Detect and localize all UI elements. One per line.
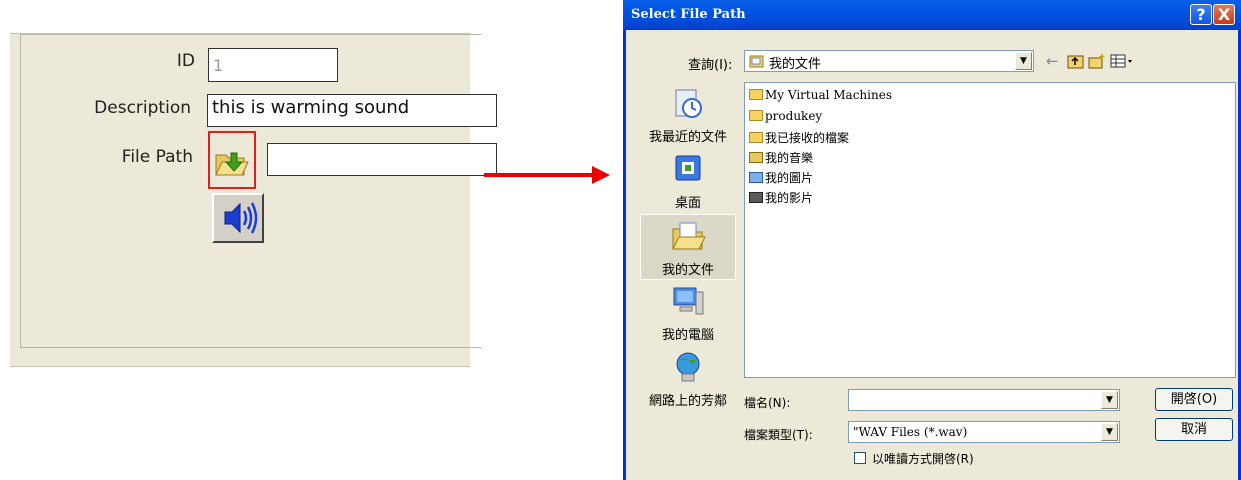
speaker-icon [224, 202, 258, 234]
form-group-box: ID 1 Description this is warming sound F… [20, 34, 497, 348]
file-name-label: 檔名(N): [744, 396, 791, 410]
look-in-dropdown[interactable]: 我的文件 ▼ [744, 50, 1034, 72]
place-label: 我最近的文件 [648, 130, 727, 145]
my-computer-icon [673, 287, 704, 315]
file-name: My Virtual Machines [765, 88, 892, 102]
file-path-field[interactable] [267, 143, 497, 176]
file-type-label: 檔案類型(T): [744, 428, 813, 442]
chevron-down-icon[interactable]: ▼ [1101, 423, 1118, 441]
places-bar: 我最近的文件 桌面 我的文件 我的電腦 網路上的芳鄰 [640, 82, 736, 442]
place-my-documents[interactable]: 我的文件 [640, 214, 736, 280]
place-network-places[interactable]: 網路上的芳鄰 [640, 346, 736, 412]
place-label: 我的文件 [661, 263, 714, 278]
list-item[interactable]: 我的圖片 [749, 169, 813, 186]
read-only-checkbox[interactable] [854, 452, 866, 464]
file-name: 我的音樂 [765, 151, 814, 165]
list-item[interactable]: produkey [749, 109, 822, 126]
chevron-down-icon[interactable]: ▼ [1101, 391, 1118, 409]
my-documents-small-icon [749, 55, 764, 68]
help-button[interactable]: ? [1190, 4, 1212, 25]
arrow-line [484, 173, 596, 177]
arrow-head-icon [592, 166, 610, 184]
my-documents-icon [672, 222, 706, 250]
open-folder-icon [215, 152, 249, 176]
place-label: 網路上的芳鄰 [648, 394, 727, 409]
look-in-value: 我的文件 [769, 57, 822, 72]
pictures-folder-icon [749, 172, 763, 183]
id-field[interactable]: 1 [208, 48, 338, 82]
music-folder-icon [749, 152, 763, 163]
file-name-input[interactable]: ▼ [848, 389, 1120, 411]
place-label: 桌面 [674, 196, 701, 211]
file-name: 我的圖片 [765, 171, 814, 185]
place-label: 我的電腦 [661, 328, 714, 343]
back-arrow-icon[interactable]: ← [1046, 52, 1059, 70]
file-name: 我已接收的檔案 [765, 131, 850, 145]
close-button[interactable]: X [1213, 4, 1235, 25]
video-folder-icon [749, 192, 763, 203]
chevron-down-icon[interactable]: ▼ [1015, 52, 1032, 70]
new-folder-icon[interactable] [1088, 52, 1106, 70]
desktop-icon [675, 155, 701, 181]
up-folder-icon[interactable] [1067, 52, 1085, 70]
folder-icon [749, 89, 763, 100]
file-list[interactable]: My Virtual Machines produkey 我已接收的檔案 我的音… [744, 82, 1236, 378]
file-type-value: "WAV Files (*.wav) [853, 425, 968, 439]
folder-icon [749, 110, 763, 121]
form-panel: ID 1 Description this is warming sound F… [10, 33, 497, 367]
open-button[interactable]: 開啓(O) [1155, 388, 1233, 411]
read-only-label: 以唯讀方式開啓(R) [872, 452, 974, 466]
description-field[interactable]: this is warming sound [207, 94, 497, 127]
select-file-dialog: Select File Path ? X 查詢(I): 我的文件 ▼ ← 我最近… [623, 0, 1241, 480]
file-name: produkey [765, 109, 823, 123]
recent-documents-icon [675, 89, 702, 118]
network-places-icon [676, 352, 700, 382]
list-item[interactable]: 我的音樂 [749, 149, 813, 166]
dialog-title: Select File Path [631, 7, 746, 22]
browse-folder-button[interactable] [208, 131, 256, 189]
dialog-titlebar[interactable]: Select File Path ? X [623, 0, 1241, 30]
play-sound-button[interactable] [212, 193, 264, 243]
file-type-dropdown[interactable]: "WAV Files (*.wav) ▼ [848, 421, 1120, 443]
folder-icon [749, 132, 763, 143]
list-item[interactable]: 我的影片 [749, 189, 813, 206]
id-label: ID [176, 51, 195, 71]
file-name: 我的影片 [765, 191, 814, 205]
look-in-label: 查詢(I): [688, 58, 733, 73]
cancel-button[interactable]: 取消 [1155, 418, 1233, 441]
place-desktop[interactable]: 桌面 [640, 148, 736, 214]
view-menu-icon[interactable] [1110, 52, 1134, 70]
place-recent-documents[interactable]: 我最近的文件 [640, 82, 736, 148]
place-my-computer[interactable]: 我的電腦 [640, 280, 736, 346]
list-item[interactable]: My Virtual Machines [749, 88, 892, 105]
description-label: Description [94, 98, 191, 118]
file-path-label: File Path [121, 147, 193, 167]
list-item[interactable]: 我已接收的檔案 [749, 129, 849, 146]
